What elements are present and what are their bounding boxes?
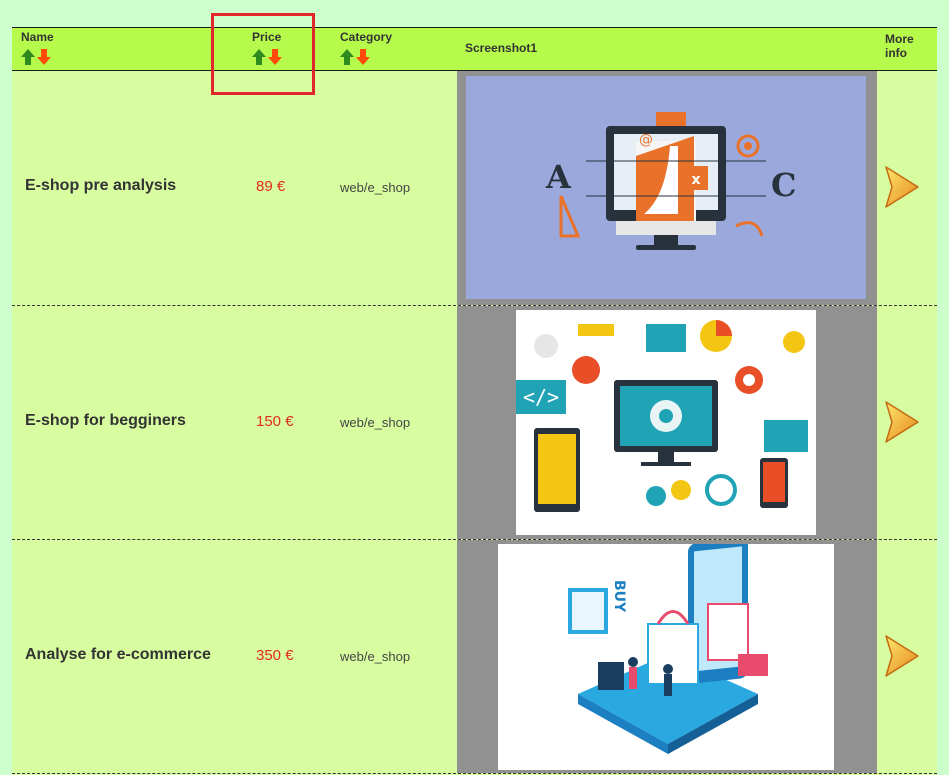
product-screenshot[interactable]: x A C @ xyxy=(466,76,866,299)
sort-descending-icon[interactable] xyxy=(268,49,282,65)
product-name[interactable]: Analyse for e-commerce xyxy=(25,646,211,664)
product-screenshot[interactable]: </> xyxy=(516,310,816,535)
more-info-arrow-icon[interactable] xyxy=(882,632,922,680)
header-more-label-1: More xyxy=(885,32,914,46)
sort-ascending-icon[interactable] xyxy=(340,49,354,65)
products-table: Name Price Category Screenshot1 More inf… xyxy=(12,13,937,775)
screenshot-buy-text: BUY xyxy=(611,580,627,613)
product-screenshot[interactable]: BUY xyxy=(498,544,834,770)
header-screenshot-label: Screenshot1 xyxy=(465,41,538,55)
svg-text:</>: </> xyxy=(523,385,559,409)
screenshot-letter-c: C xyxy=(771,166,796,204)
header-price-label: Price xyxy=(252,30,282,44)
header-more-label-2: info xyxy=(885,46,907,60)
product-category: web/e_shop xyxy=(340,649,411,664)
table-row: E-shop for begginers 150 € web/e_shop </… xyxy=(12,306,937,540)
table-row: E-shop pre analysis 89 € web/e_shop x A … xyxy=(12,71,937,306)
more-info-arrow-icon[interactable] xyxy=(882,163,922,211)
product-category: web/e_shop xyxy=(340,415,411,430)
header-category: Category xyxy=(340,30,392,65)
svg-text:x: x xyxy=(691,172,700,188)
sort-ascending-icon[interactable] xyxy=(252,49,266,65)
product-category: web/e_shop xyxy=(340,180,411,195)
header-screenshot: Screenshot1 xyxy=(465,41,537,55)
header-name: Name xyxy=(21,30,54,65)
more-info-arrow-icon[interactable] xyxy=(882,398,922,446)
screenshot-letter-a: A xyxy=(545,158,572,196)
svg-text:@: @ xyxy=(639,132,653,148)
header-name-label: Name xyxy=(21,30,54,44)
header-more-info: More info xyxy=(885,32,925,60)
product-price: 350 € xyxy=(256,647,294,664)
table-row: Analyse for e-commerce 350 € web/e_shop … xyxy=(12,540,937,774)
product-name[interactable]: E-shop for begginers xyxy=(25,412,186,430)
product-price: 150 € xyxy=(256,413,294,430)
sort-ascending-icon[interactable] xyxy=(21,49,35,65)
table-header: Name Price Category Screenshot1 More inf… xyxy=(12,13,937,95)
product-name[interactable]: E-shop pre analysis xyxy=(25,177,176,195)
sort-descending-icon[interactable] xyxy=(37,49,51,65)
header-price: Price xyxy=(252,30,282,65)
product-price: 89 € xyxy=(256,178,286,195)
sort-descending-icon[interactable] xyxy=(356,49,370,65)
header-category-label: Category xyxy=(340,30,393,44)
